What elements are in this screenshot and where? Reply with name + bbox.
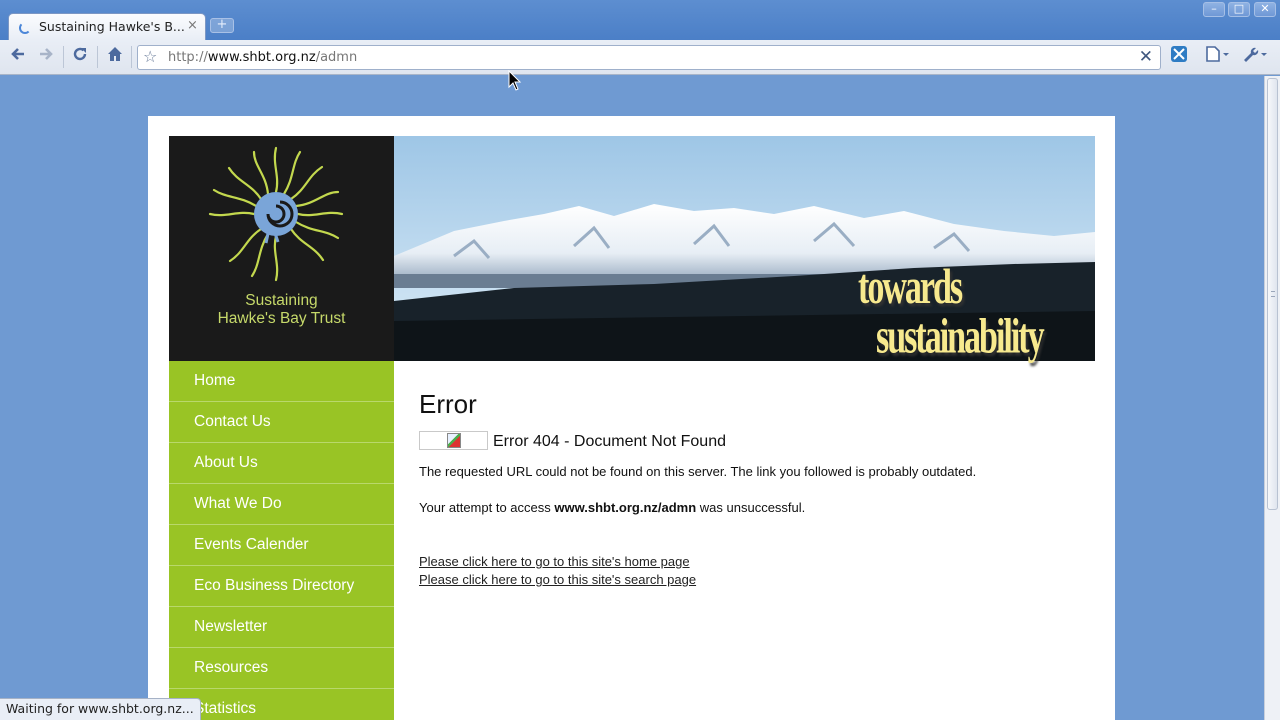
stop-icon[interactable]: ✕ xyxy=(1139,47,1153,67)
tagline-line-1: towards xyxy=(858,261,963,315)
error-message: The requested URL could not be found on … xyxy=(419,464,977,479)
new-tab-button[interactable]: + xyxy=(210,18,234,33)
error-title: Error 404 - Document Not Found xyxy=(493,433,726,450)
toolbar-separator xyxy=(63,46,64,68)
minimize-button[interactable]: – xyxy=(1203,2,1225,17)
forward-icon[interactable] xyxy=(34,45,58,69)
error-attempt: Your attempt to access www.shbt.org.nz/a… xyxy=(419,500,806,515)
page-container: Sustaining Hawke's Bay Trust towards sus… xyxy=(148,116,1115,720)
tab-title: Sustaining Hawke's B... xyxy=(39,19,185,34)
logo-line-2: Hawke's Bay Trust xyxy=(217,310,346,327)
back-icon[interactable] xyxy=(6,45,30,69)
page-title: Error xyxy=(419,389,477,419)
page-menu-icon[interactable] xyxy=(1203,45,1231,69)
nav-item-eco-business-directory[interactable]: Eco Business Directory xyxy=(169,566,394,607)
reload-icon[interactable] xyxy=(68,45,92,69)
logo-line-1: Sustaining xyxy=(245,292,318,309)
address-bar[interactable]: ☆ http://www.shbt.org.nz/admn ✕ xyxy=(137,45,1161,70)
nav-item-what-we-do[interactable]: What We Do xyxy=(169,484,394,525)
bookmark-star-icon[interactable]: ☆ xyxy=(143,47,157,66)
broken-image-icon xyxy=(419,431,488,450)
close-window-button[interactable]: ✕ xyxy=(1254,2,1276,17)
vertical-scrollbar[interactable] xyxy=(1264,76,1280,720)
status-bar: Waiting for www.shbt.org.nz... xyxy=(0,698,201,720)
loading-spinner-icon xyxy=(19,22,31,34)
nav-item-events-calender[interactable]: Events Calender xyxy=(169,525,394,566)
site-logo[interactable]: Sustaining Hawke's Bay Trust xyxy=(169,136,394,361)
error-attempt-url: www.shbt.org.nz/admn xyxy=(554,500,697,515)
browser-titlebar: Sustaining Hawke's B... × + – □ ✕ xyxy=(0,0,1280,40)
home-icon[interactable] xyxy=(103,45,127,69)
nav-item-about-us[interactable]: About Us xyxy=(169,443,394,484)
wrench-icon[interactable] xyxy=(1239,45,1269,69)
toolbar-separator xyxy=(97,46,98,68)
browser-toolbar: ☆ http://www.shbt.org.nz/admn ✕ xyxy=(0,40,1280,75)
nav-item-resources[interactable]: Resources xyxy=(169,648,394,689)
tab-close-icon[interactable]: × xyxy=(187,18,198,33)
nav-item-home[interactable]: Home xyxy=(169,361,394,402)
page-viewport[interactable]: Sustaining Hawke's Bay Trust towards sus… xyxy=(0,76,1264,720)
tagline-line-2: sustainability xyxy=(876,310,1045,364)
scrollbar-thumb[interactable] xyxy=(1267,78,1278,510)
mouse-cursor-icon xyxy=(508,70,522,91)
main-navigation: Home Contact Us About Us What We Do Even… xyxy=(169,361,394,720)
nav-item-contact-us[interactable]: Contact Us xyxy=(169,402,394,443)
browser-tab[interactable]: Sustaining Hawke's B... × xyxy=(8,13,206,40)
extension-icon[interactable] xyxy=(1167,45,1191,69)
nav-item-newsletter[interactable]: Newsletter xyxy=(169,607,394,648)
nav-item-statistics[interactable]: Statistics xyxy=(169,689,394,720)
sun-spiral-logo-icon xyxy=(208,146,344,282)
search-page-link[interactable]: Please click here to go to this site's s… xyxy=(419,572,696,587)
address-url[interactable]: http://www.shbt.org.nz/admn xyxy=(168,50,357,65)
maximize-button[interactable]: □ xyxy=(1228,2,1250,17)
toolbar-separator xyxy=(131,46,132,68)
home-page-link[interactable]: Please click here to go to this site's h… xyxy=(419,554,690,569)
